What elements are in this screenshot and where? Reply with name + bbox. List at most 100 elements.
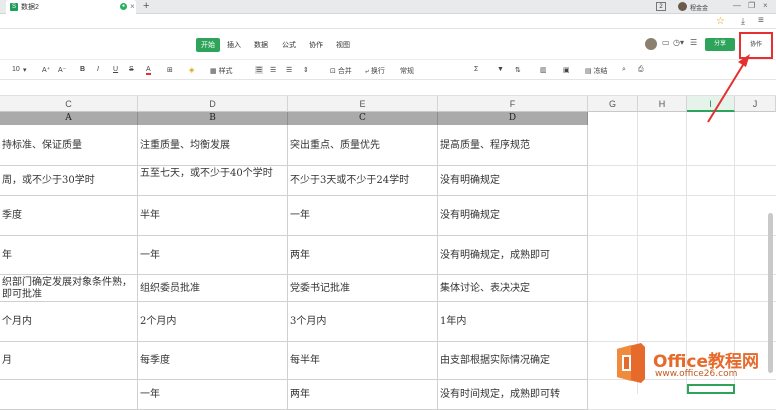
sort-icon[interactable]: ⇅ (515, 66, 521, 74)
table-cell[interactable]: 两年 (288, 380, 438, 410)
print-icon[interactable]: ⎙ (638, 66, 644, 74)
avatar[interactable] (645, 38, 657, 50)
gridline (588, 235, 776, 236)
italic-button[interactable]: I (97, 66, 99, 73)
tab-data[interactable]: 数据 (254, 40, 268, 50)
border-icon[interactable]: ⊞ (167, 66, 173, 74)
underline-button[interactable]: U (113, 66, 118, 73)
search-icon[interactable]: ⌕ (622, 66, 626, 74)
address-bar[interactable]: ☆ ⤓ ≡ (0, 15, 776, 29)
font-color-button[interactable]: A (146, 66, 151, 75)
table-header-cell[interactable]: C (288, 112, 438, 125)
merge-button[interactable]: ⊡ 合并 (330, 66, 352, 76)
table-header-cell[interactable]: A (0, 112, 138, 125)
table-cell[interactable]: 五至七天，或不少于40个学时 (138, 166, 288, 196)
table-cell[interactable]: 一年 (138, 380, 288, 410)
table-cell[interactable]: 每季度 (138, 342, 288, 380)
table-cell[interactable]: 没有时间规定，成熟即可转 (438, 380, 588, 410)
bold-button[interactable]: B (80, 66, 85, 73)
table-cell[interactable]: 周，或不少于30学时 (0, 166, 138, 196)
table-header-cell[interactable]: D (438, 112, 588, 125)
table-cell[interactable]: 2个月内 (138, 302, 288, 342)
chart-icon[interactable]: ▥ (540, 66, 547, 74)
user-name[interactable]: 程金金 (690, 3, 708, 12)
wrap-button[interactable]: ⤶ 换行 (365, 66, 385, 76)
table-cell[interactable]: 持标准、保证质量 (0, 125, 138, 166)
table-cell[interactable]: 1年内 (438, 302, 588, 342)
table-cell[interactable]: 不少于3天或不少于24学时 (288, 166, 438, 196)
column-header[interactable]: D (138, 96, 288, 112)
table-cell[interactable]: 由支部根据实际情况确定 (438, 342, 588, 380)
tab-collab[interactable]: 协作 (309, 40, 323, 50)
browser-tab[interactable]: S 数据2 ● × (6, 0, 136, 14)
sum-icon[interactable]: Σ (474, 66, 478, 73)
minimize-icon[interactable]: — (733, 1, 741, 10)
video-icon[interactable]: ▭ (662, 38, 670, 47)
column-header[interactable]: C (0, 96, 138, 112)
freeze-label: 冻结 (593, 68, 608, 75)
table-cell[interactable]: 3个月内 (288, 302, 438, 342)
more-icon[interactable]: ☰ (690, 38, 697, 47)
valign-icon[interactable]: ⇕ (303, 66, 309, 74)
fill-icon[interactable]: ◈ (189, 66, 194, 74)
history-icon[interactable]: ◷▾ (673, 38, 684, 47)
column-header[interactable]: G (588, 96, 638, 112)
table-cell[interactable]: 集体讨论、表决决定 (438, 275, 588, 302)
table-cell[interactable]: 个月内 (0, 302, 138, 342)
table-cell[interactable]: 每半年 (288, 342, 438, 380)
chevron-down-icon[interactable]: ▾ (23, 66, 27, 74)
image-icon[interactable]: ▣ (563, 66, 570, 74)
style-button[interactable]: ▦ 样式 (210, 66, 233, 76)
tab-insert[interactable]: 插入 (227, 40, 241, 50)
gridline (588, 165, 776, 166)
column-header[interactable]: H (638, 96, 687, 112)
table-cell[interactable]: 年 (0, 236, 138, 275)
table-cell[interactable]: 没有明确规定，成熟即可 (438, 236, 588, 275)
browser-tab-bar: S 数据2 ● × + 2 程金金 — ❐ × (0, 0, 776, 14)
table-cell[interactable]: 半年 (138, 196, 288, 236)
sheet-icon: S (10, 3, 18, 11)
download-icon[interactable]: ⤓ (741, 16, 745, 27)
align-center-icon[interactable]: ☰ (270, 66, 276, 74)
table-cell[interactable]: 季度 (0, 196, 138, 236)
menu-icon[interactable]: ≡ (758, 15, 764, 26)
close-tab-icon[interactable]: × (130, 2, 135, 11)
shrink-font-icon[interactable]: A⁻ (58, 66, 66, 74)
formula-bar[interactable] (0, 81, 776, 96)
tab-view[interactable]: 视图 (336, 40, 350, 50)
font-size-select[interactable]: 10 (12, 66, 20, 73)
star-icon[interactable]: ☆ (716, 16, 725, 27)
grow-font-icon[interactable]: A⁺ (42, 66, 50, 74)
annotation-arrow-icon (707, 54, 750, 123)
table-cell[interactable]: 两年 (288, 236, 438, 275)
tab-formula[interactable]: 公式 (282, 40, 296, 50)
table-header-cell[interactable]: B (138, 112, 288, 125)
restore-icon[interactable]: ❐ (748, 1, 755, 10)
table-cell[interactable]: 一年 (288, 196, 438, 236)
table-cell[interactable]: 注重质量、均衡发展 (138, 125, 288, 166)
column-header[interactable]: F (438, 96, 588, 112)
table-cell[interactable]: 提高质量、程序规范 (438, 125, 588, 166)
close-window-icon[interactable]: × (763, 1, 768, 10)
align-right-icon[interactable]: ☰ (286, 66, 292, 74)
window-count-badge[interactable]: 2 (656, 2, 666, 11)
align-left-icon[interactable]: ☰ (255, 66, 264, 74)
table-cell[interactable] (0, 380, 138, 410)
avatar[interactable] (678, 2, 687, 11)
table-cell[interactable]: 一年 (138, 236, 288, 275)
table-cell[interactable]: 党委书记批准 (288, 275, 438, 302)
table-cell[interactable]: 组织委员批准 (138, 275, 288, 302)
table-cell[interactable]: 月 (0, 342, 138, 380)
strike-button[interactable]: S (129, 66, 134, 73)
column-header[interactable]: E (288, 96, 438, 112)
table-cell[interactable]: 突出重点、质量优先 (288, 125, 438, 166)
table-cell[interactable]: 织部门确定发展对象条件熟，即可批准 (0, 275, 138, 302)
freeze-button[interactable]: ▤ 冻结 (585, 66, 608, 76)
new-tab-button[interactable]: + (143, 0, 149, 13)
table-cell[interactable]: 没有明确规定 (438, 166, 588, 196)
watermark-url: www.office26.com (655, 369, 738, 379)
tab-home[interactable]: 开始 (196, 38, 220, 52)
number-format-select[interactable]: 常规 (400, 66, 414, 76)
table-cell[interactable]: 没有明确规定 (438, 196, 588, 236)
filter-icon[interactable]: ▼ (497, 66, 504, 73)
